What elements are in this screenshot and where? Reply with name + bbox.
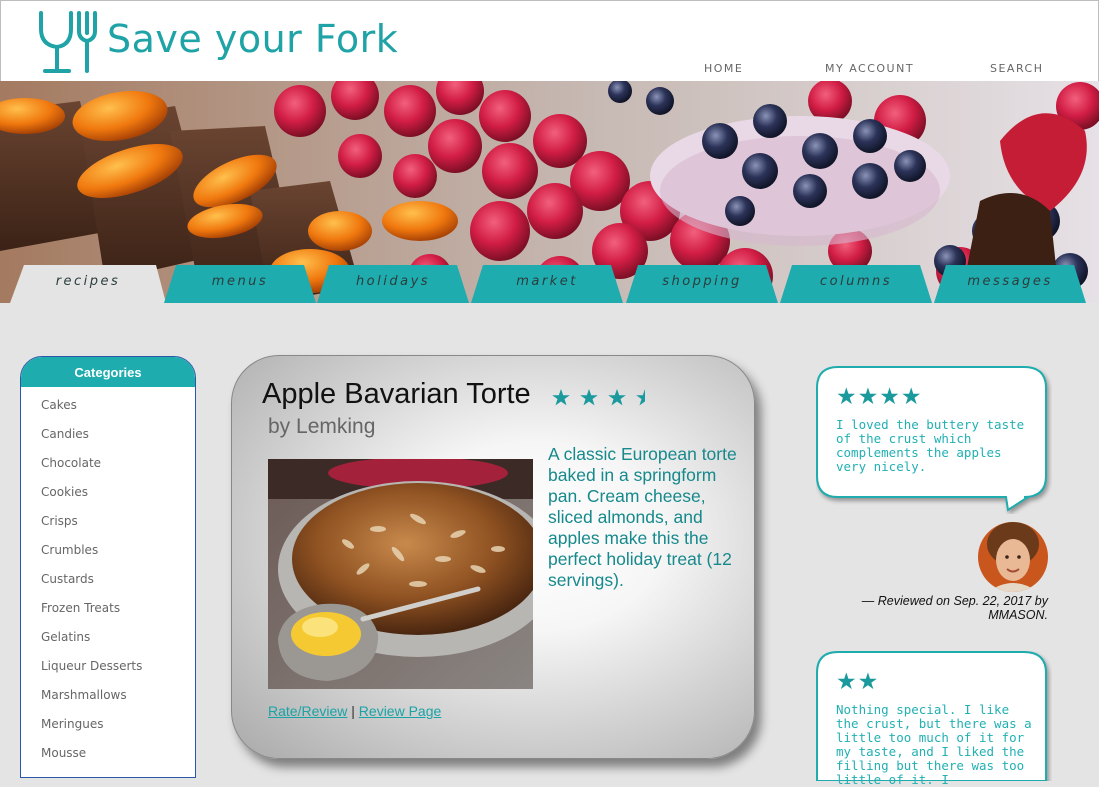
star-icon — [608, 389, 626, 406]
review-text: Nothing special. I like the crust, but t… — [836, 702, 1032, 787]
categories-panel: Categories Cakes Candies Chocolate Cooki… — [20, 356, 196, 778]
star-icon — [552, 389, 570, 406]
top-navigation: HOME MY ACCOUNT SEARCH — [1, 62, 1099, 78]
category-item-custards[interactable]: Custards — [41, 567, 195, 596]
category-item-gelatins[interactable]: Gelatins — [41, 625, 195, 654]
main-tabs: recipes menus holidays market shopping c… — [0, 265, 1099, 303]
category-item-frozen-treats[interactable]: Frozen Treats — [41, 596, 195, 625]
reviewer-avatar[interactable] — [978, 522, 1048, 592]
category-item-chocolate[interactable]: Chocolate — [41, 451, 195, 480]
tab-shopping[interactable]: shopping — [626, 265, 778, 303]
tab-messages[interactable]: messages — [934, 265, 1086, 303]
category-item-mousse[interactable]: Mousse — [41, 741, 195, 770]
review-byline: — Reviewed on Sep. 22, 2017 by MMASON. — [861, 594, 1048, 622]
category-item-candies[interactable]: Candies — [41, 422, 195, 451]
tab-label: market — [516, 274, 578, 289]
category-item-cakes[interactable]: Cakes — [41, 393, 195, 422]
recipe-rating — [552, 389, 645, 406]
review-bubble: ★★ Nothing special. I like the crust, bu… — [816, 651, 1052, 787]
nav-home-link[interactable]: HOME — [704, 62, 743, 75]
tab-label: recipes — [55, 274, 121, 289]
link-separator: | — [351, 703, 355, 719]
nav-my-account-link[interactable]: MY ACCOUNT — [825, 62, 914, 75]
category-item-meringues[interactable]: Meringues — [41, 712, 195, 741]
categories-list: Cakes Candies Chocolate Cookies Crisps C… — [21, 387, 195, 770]
tab-columns[interactable]: columns — [780, 265, 932, 303]
tab-market[interactable]: market — [471, 265, 623, 303]
site-logo-text[interactable]: Save your Fork — [107, 17, 398, 61]
half-star-icon — [636, 389, 645, 406]
review-text: I loved the buttery taste of the crust w… — [836, 417, 1025, 474]
category-item-crumbles[interactable]: Crumbles — [41, 538, 195, 567]
review-rating: ★★ — [836, 668, 880, 694]
recipe-card: Apple Bavarian Torte by Lemking A classi… — [231, 355, 755, 759]
recipe-author: by Lemking — [268, 415, 376, 438]
nav-search-link[interactable]: SEARCH — [990, 62, 1044, 75]
category-item-liqueur-desserts[interactable]: Liqueur Desserts — [41, 654, 195, 683]
tab-label: holidays — [355, 274, 431, 289]
review-rating: ★★★★ — [836, 383, 923, 409]
rate-review-link[interactable]: Rate/Review — [268, 703, 347, 719]
review-bubble: ★★★★ I loved the buttery taste of the cr… — [816, 366, 1052, 514]
categories-title: Categories — [21, 357, 195, 387]
tab-holidays[interactable]: holidays — [317, 265, 469, 303]
recipe-title[interactable]: Apple Bavarian Torte — [262, 378, 531, 411]
category-item-marshmallows[interactable]: Marshmallows — [41, 683, 195, 712]
tab-label: columns — [819, 274, 893, 289]
review-page-link[interactable]: Review Page — [359, 703, 442, 719]
category-item-cookies[interactable]: Cookies — [41, 480, 195, 509]
recipe-photo[interactable] — [268, 459, 533, 689]
tab-recipes[interactable]: recipes — [10, 265, 166, 303]
tab-label: shopping — [662, 274, 742, 289]
site-header: Save your Fork HOME MY ACCOUNT SEARCH — [0, 0, 1099, 81]
star-icon — [580, 389, 598, 406]
tab-label: messages — [967, 274, 1053, 289]
recipe-links: Rate/Review | Review Page — [268, 703, 441, 719]
category-item-crisps[interactable]: Crisps — [41, 509, 195, 538]
recipe-description: A classic European torte baked in a spri… — [548, 444, 737, 590]
tab-label: menus — [211, 274, 269, 289]
tab-menus[interactable]: menus — [164, 265, 316, 303]
